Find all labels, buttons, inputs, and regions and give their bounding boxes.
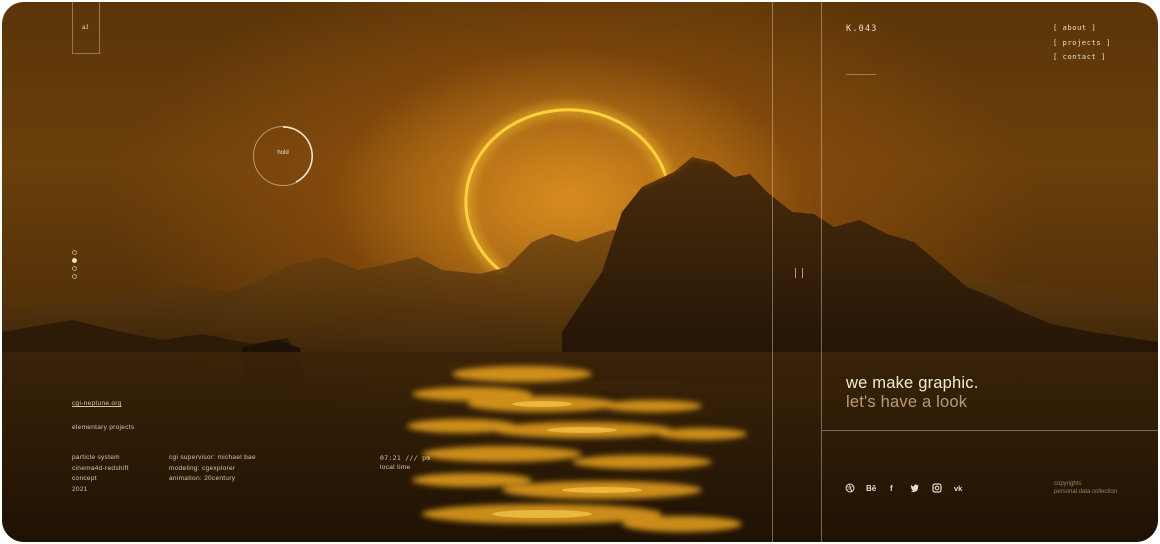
credit-line: concept: [72, 475, 97, 482]
nav-contact[interactable]: [ contact ]: [1053, 53, 1106, 61]
project-code: K.043: [846, 24, 878, 34]
credit-line: cinema4d-redshift: [72, 464, 129, 472]
credit-line: animation: 20century: [169, 475, 236, 482]
slide-dot-3[interactable]: [72, 266, 77, 271]
slide-dot-1[interactable]: [72, 250, 77, 255]
twitter-icon[interactable]: [910, 483, 920, 493]
hero-frame: a1 hold cgi-neptune.org elementary proje…: [2, 2, 1158, 542]
site-subtitle: elementary projects: [72, 424, 135, 431]
clock-time: 07:21: [380, 454, 402, 462]
panel-divider-left: [772, 2, 773, 542]
credit-line: modeling: cgexplorer: [169, 464, 236, 472]
credit-line: cgi supervisor: michael bae: [169, 454, 256, 461]
facebook-icon[interactable]: f: [890, 484, 893, 493]
behance-icon[interactable]: Bē: [866, 484, 876, 493]
privacy-link[interactable]: personal data collection: [1054, 488, 1117, 496]
site-link[interactable]: cgi-neptune.org: [72, 399, 122, 410]
copyrights-link[interactable]: copyrights: [1054, 480, 1081, 488]
slide-dot-2[interactable]: [72, 258, 77, 263]
instagram-icon[interactable]: [932, 483, 942, 493]
code-underline: [846, 74, 876, 75]
hold-progress-arc: [282, 126, 313, 183]
credit-line: particle system: [72, 454, 120, 461]
panel-divider-right: [821, 2, 822, 542]
dribbble-icon[interactable]: [845, 483, 855, 493]
main-mountain: [562, 157, 1158, 382]
clock-label: local time: [380, 464, 411, 471]
nav-projects[interactable]: [ projects ]: [1053, 39, 1111, 47]
vk-icon[interactable]: vk: [954, 484, 962, 493]
slide-dot-4[interactable]: [72, 274, 77, 279]
headline-secondary[interactable]: let's have a look: [846, 393, 967, 412]
headline-primary: we make graphic.: [846, 374, 979, 392]
credit-line: 2021: [72, 485, 88, 493]
hold-label: hold: [277, 150, 289, 156]
pause-button[interactable]: [795, 268, 803, 278]
nav-about[interactable]: [ about ]: [1053, 24, 1096, 32]
clock-separator: ///: [405, 454, 418, 462]
clock-ampm: pm: [422, 454, 431, 462]
logo-mark[interactable]: a1: [82, 25, 89, 31]
credits-right: cgi supervisor: michael bae modeling: cg…: [169, 453, 256, 485]
panel-divider-horizontal: [822, 430, 1158, 431]
local-clock: 07:21 /// pm: [380, 453, 431, 464]
credits-left: particle system cinema4d-redshift concep…: [72, 453, 129, 495]
